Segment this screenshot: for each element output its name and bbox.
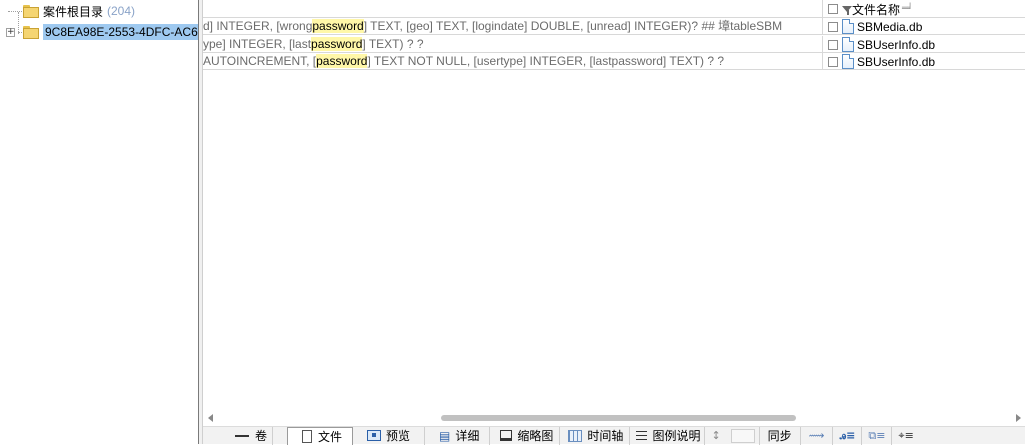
name-column-header[interactable]: 文件名称 ═╛: [825, 0, 1025, 18]
tree-item-label: 案件根目录: [43, 4, 104, 19]
tree-item-device[interactable]: + 9C8EA98E-2553-4DFC-AC6: [6, 23, 198, 41]
expand-icon[interactable]: +: [6, 27, 15, 37]
context-cell: ype] INTEGER, [lastpassword] TEXT) ? ?: [203, 36, 823, 53]
file-tab[interactable]: 文件: [287, 426, 354, 445]
context-text: d] INTEGER, [wrong: [203, 19, 313, 33]
context-text: ] TEXT NOT NULL, [usertype] INTEGER, [la…: [367, 54, 725, 68]
thumbnail-icon: [500, 430, 513, 441]
search-results-grid[interactable]: 文件名称 ═╛ d] INTEGER, [wrongpassword] TEXT…: [203, 0, 1025, 412]
blank-button[interactable]: [727, 426, 760, 445]
folder-icon: [23, 25, 39, 39]
thumbnail-label: 缩略图: [517, 429, 554, 443]
scroll-left-icon[interactable]: [208, 414, 213, 422]
table-row[interactable]: AUTOINCREMENT, [password] TEXT NOT NULL,…: [203, 53, 1025, 70]
tree-item-root[interactable]: 案件根目录 (204): [8, 2, 135, 20]
document-icon: [842, 54, 854, 69]
sort-indicator-icon[interactable]: ═╛: [902, 4, 913, 14]
timeline-tab[interactable]: 时间轴: [560, 426, 631, 445]
sync-label: 同步: [767, 429, 792, 443]
legend-icon: [636, 430, 648, 441]
resize-handle[interactable]: ↕: [705, 427, 726, 445]
context-text: ] TEXT, [geo] TEXT, [logindate] DOUBLE, …: [363, 19, 783, 33]
context-text: ype] INTEGER, [last: [203, 37, 312, 51]
volume-label: 卷: [255, 429, 268, 443]
folder-icon: [23, 4, 39, 18]
context-cell: AUTOINCREMENT, [password] TEXT NOT NULL,…: [203, 53, 823, 70]
locate-button[interactable]: ⌖≡: [892, 427, 919, 445]
preview-icon: [367, 430, 382, 441]
name-cell: SBUserInfo.db: [825, 36, 1025, 53]
resize-icon: ↕: [711, 429, 721, 442]
trend-button[interactable]: ⟿: [801, 426, 834, 445]
volume-icon: [235, 434, 249, 437]
row-checkbox[interactable]: [828, 39, 838, 50]
funnel-icon[interactable]: [842, 6, 852, 12]
name-cell: SBMedia.db: [825, 18, 1025, 35]
table-row[interactable]: ype] INTEGER, [lastpassword] TEXT) ? ? S…: [203, 36, 1025, 53]
horizontal-scrollbar[interactable]: [203, 412, 1025, 424]
context-column-header[interactable]: [203, 0, 823, 18]
context-text: AUTOINCREMENT, [: [203, 54, 317, 68]
legend-tab[interactable]: 图例说明: [630, 426, 706, 445]
volume-tab[interactable]: 卷: [203, 426, 274, 445]
binoculars-icon: ꭿ≡: [839, 428, 856, 442]
file-name: SBUserInfo.db: [857, 54, 936, 69]
grid-header: 文件名称 ═╛: [203, 0, 1025, 18]
file-label: 文件: [318, 429, 343, 444]
detail-tab[interactable]: ▤ 详细: [425, 426, 491, 445]
crosshair-icon: ⌖≡: [898, 428, 914, 442]
view-toolbar: 卷 文件 预览 ▤ 详细 缩略图 时间轴 图例说明 ↕ 同步 ⟿ ꭿ≡ ⧉≡ ⌖…: [203, 426, 1025, 445]
name-cell: SBUserInfo.db: [825, 53, 1025, 70]
preview-tab[interactable]: 预览: [353, 426, 426, 445]
context-cell: d] INTEGER, [wrongpassword] TEXT, [geo] …: [203, 18, 823, 35]
case-tree[interactable]: 案件根目录 (204) + 9C8EA98E-2553-4DFC-AC6: [0, 0, 198, 444]
scrollbar-thumb[interactable]: [441, 415, 796, 421]
properties-icon: ⧉≡: [868, 428, 886, 442]
blank-icon: [730, 428, 755, 443]
sync-button[interactable]: 同步: [760, 426, 801, 445]
keyword-highlight: password: [316, 54, 368, 68]
legend-label: 图例说明: [652, 429, 701, 443]
timeline-label: 时间轴: [587, 429, 624, 443]
file-name: SBMedia.db: [857, 19, 923, 34]
tree-connector: [18, 31, 22, 33]
scroll-right-icon[interactable]: [1016, 414, 1021, 422]
name-header-label: 文件名称: [852, 2, 901, 17]
tree-item-label: 9C8EA98E-2553-4DFC-AC6: [43, 24, 198, 40]
calendar-icon: [568, 429, 583, 442]
properties-button[interactable]: ⧉≡: [862, 426, 893, 445]
detail-icon: ▤: [439, 428, 451, 443]
row-checkbox[interactable]: [828, 56, 838, 67]
find-button[interactable]: ꭿ≡: [833, 426, 863, 445]
context-text: ] TEXT) ? ?: [362, 37, 424, 51]
table-row[interactable]: d] INTEGER, [wrongpassword] TEXT, [geo] …: [203, 18, 1025, 35]
preview-label: 预览: [386, 429, 411, 443]
keyword-highlight: password: [312, 19, 364, 33]
detail-label: 详细: [455, 429, 480, 443]
document-icon: [842, 19, 854, 34]
thumbnail-tab[interactable]: 缩略图: [490, 426, 561, 445]
row-checkbox[interactable]: [828, 21, 838, 32]
file-name: SBUserInfo.db: [857, 37, 936, 52]
document-icon: [302, 429, 313, 443]
tree-connector: [8, 10, 22, 12]
document-icon: [842, 37, 854, 52]
app-window: 案件根目录 (204) + 9C8EA98E-2553-4DFC-AC6 文件名…: [0, 0, 1025, 445]
tree-item-count: (204): [107, 4, 136, 18]
select-all-checkbox[interactable]: [828, 4, 838, 14]
keyword-highlight: password: [311, 37, 363, 51]
trend-icon: ⟿: [808, 429, 825, 442]
